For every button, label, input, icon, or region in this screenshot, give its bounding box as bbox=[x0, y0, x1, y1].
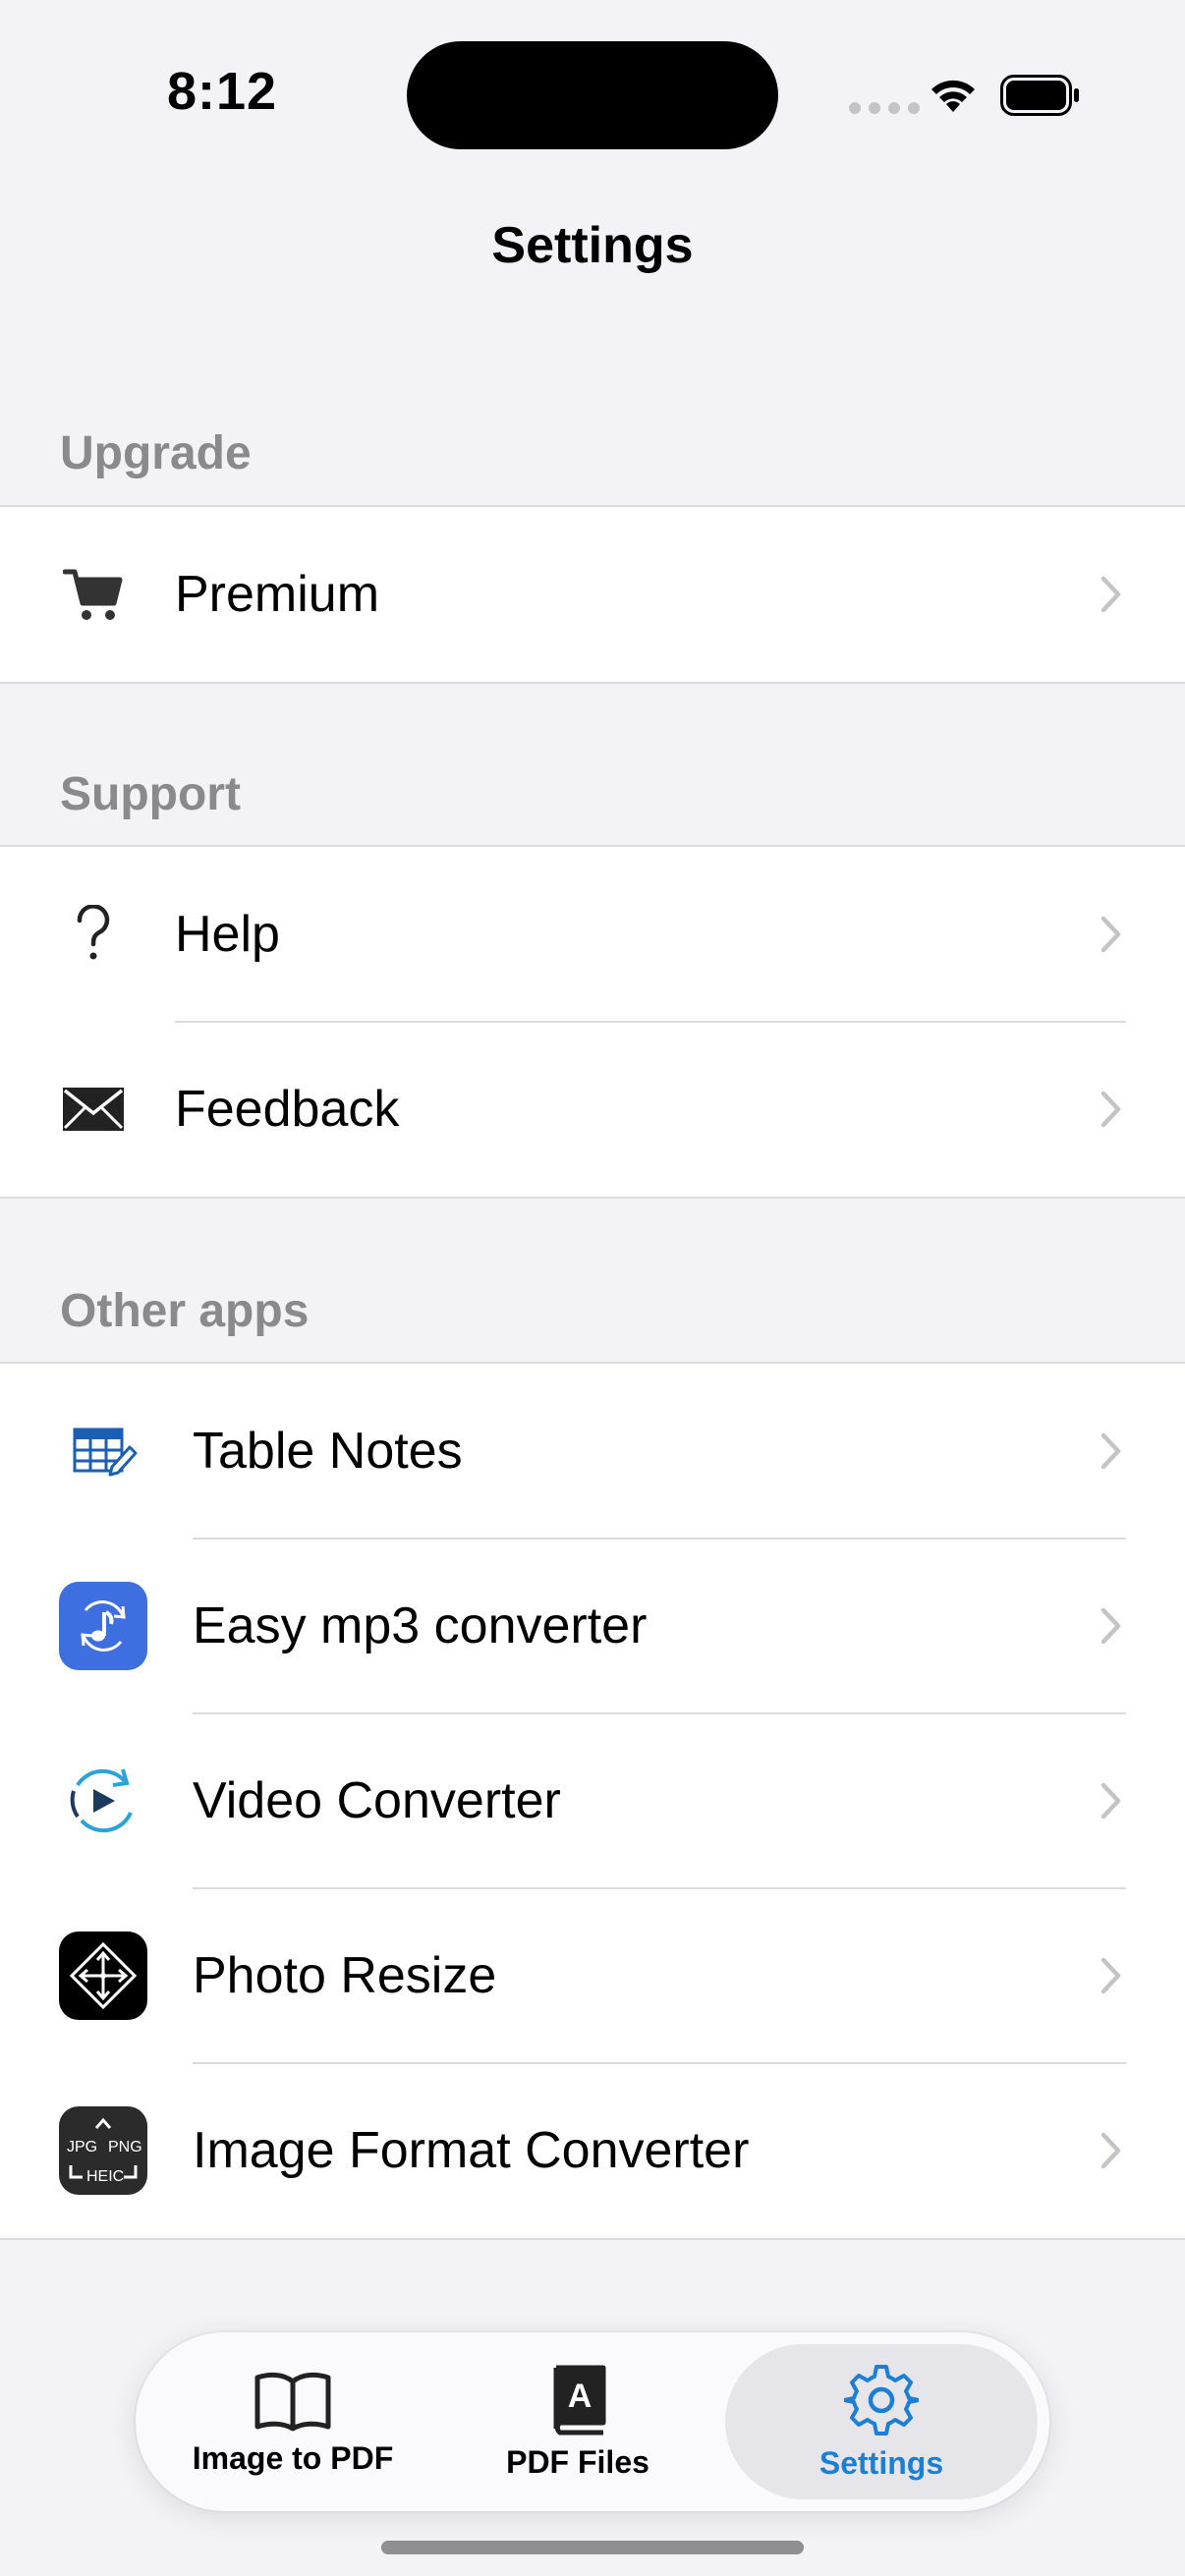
question-icon bbox=[59, 890, 128, 979]
tab-label-pdf-files: PDF Files bbox=[506, 2443, 649, 2480]
photo-resize-label: Photo Resize bbox=[193, 1947, 497, 2004]
book-icon bbox=[254, 2372, 331, 2431]
chevron-right-icon bbox=[1100, 576, 1121, 613]
settings-row-help[interactable]: Help bbox=[0, 847, 1185, 1023]
cellular-signal-icon bbox=[849, 102, 920, 114]
app-row-photo-resize[interactable]: Photo Resize bbox=[0, 1888, 1185, 2064]
pdf-book-icon-letter: A bbox=[568, 2378, 592, 2415]
photo-resize-icon bbox=[59, 1932, 147, 2020]
other-apps-group: Table Notes Easy mp3 converter Video Con… bbox=[0, 1362, 1185, 2240]
dynamic-island bbox=[407, 41, 778, 149]
app-row-image-format-converter[interactable]: JPG PNG HEIC Image Format Converter bbox=[0, 2063, 1185, 2238]
page-title: Settings bbox=[491, 217, 694, 274]
table-notes-icon bbox=[59, 1407, 147, 1495]
settings-row-feedback[interactable]: Feedback bbox=[0, 1022, 1185, 1197]
chevron-right-icon bbox=[1100, 1091, 1121, 1128]
battery-icon bbox=[1000, 75, 1079, 116]
video-converter-label: Video Converter bbox=[193, 1772, 561, 1829]
tab-image-to-pdf[interactable]: Image to PDF bbox=[175, 2332, 411, 2511]
image-format-converter-label: Image Format Converter bbox=[193, 2122, 750, 2179]
premium-label: Premium bbox=[175, 566, 380, 623]
gear-icon bbox=[844, 2364, 919, 2436]
cart-icon bbox=[59, 550, 128, 639]
help-label: Help bbox=[175, 906, 280, 963]
chevron-right-icon bbox=[1100, 1782, 1121, 1820]
settings-row-premium[interactable]: Premium bbox=[0, 507, 1185, 682]
chevron-right-icon bbox=[1100, 916, 1121, 953]
tab-bar: Image to PDF A PDF Files Settings bbox=[136, 2332, 1049, 2511]
status-bar: 8:12 bbox=[0, 0, 1185, 196]
chevron-right-icon bbox=[1100, 1432, 1121, 1470]
tile-text-png: PNG bbox=[108, 2139, 142, 2156]
home-indicator bbox=[381, 2541, 804, 2554]
table-notes-label: Table Notes bbox=[193, 1423, 463, 1480]
status-time: 8:12 bbox=[167, 62, 278, 121]
upgrade-group: Premium bbox=[0, 505, 1185, 684]
envelope-icon bbox=[59, 1065, 128, 1153]
feedback-label: Feedback bbox=[175, 1081, 400, 1138]
tab-label-settings: Settings bbox=[818, 2444, 944, 2481]
app-row-table-notes[interactable]: Table Notes bbox=[0, 1364, 1185, 1540]
chevron-right-icon bbox=[1100, 2132, 1121, 2169]
tab-settings[interactable]: Settings bbox=[725, 2332, 1038, 2511]
tab-pdf-files[interactable]: A PDF Files bbox=[470, 2332, 686, 2511]
image-format-converter-icon: JPG PNG HEIC bbox=[59, 2106, 147, 2195]
mp3-converter-icon bbox=[59, 1582, 147, 1670]
video-converter-icon bbox=[59, 1757, 147, 1845]
chevron-right-icon bbox=[1100, 1607, 1121, 1645]
pdf-book-icon: A bbox=[553, 2365, 606, 2435]
easy-mp3-converter-label: Easy mp3 converter bbox=[193, 1597, 648, 1654]
tab-label-image-to-pdf: Image to PDF bbox=[192, 2439, 394, 2476]
section-header-other-apps: Other apps bbox=[60, 1285, 310, 1337]
app-row-video-converter[interactable]: Video Converter bbox=[0, 1713, 1185, 1889]
section-header-support: Support bbox=[60, 768, 241, 820]
section-header-upgrade: Upgrade bbox=[60, 427, 252, 479]
chevron-right-icon bbox=[1100, 1957, 1121, 1994]
wifi-icon bbox=[931, 80, 975, 112]
support-group: Help Feedback bbox=[0, 845, 1185, 1199]
tile-text-jpg: JPG bbox=[67, 2139, 97, 2156]
tile-text-heic: HEIC bbox=[86, 2168, 124, 2185]
app-row-easy-mp3-converter[interactable]: Easy mp3 converter bbox=[0, 1539, 1185, 1714]
